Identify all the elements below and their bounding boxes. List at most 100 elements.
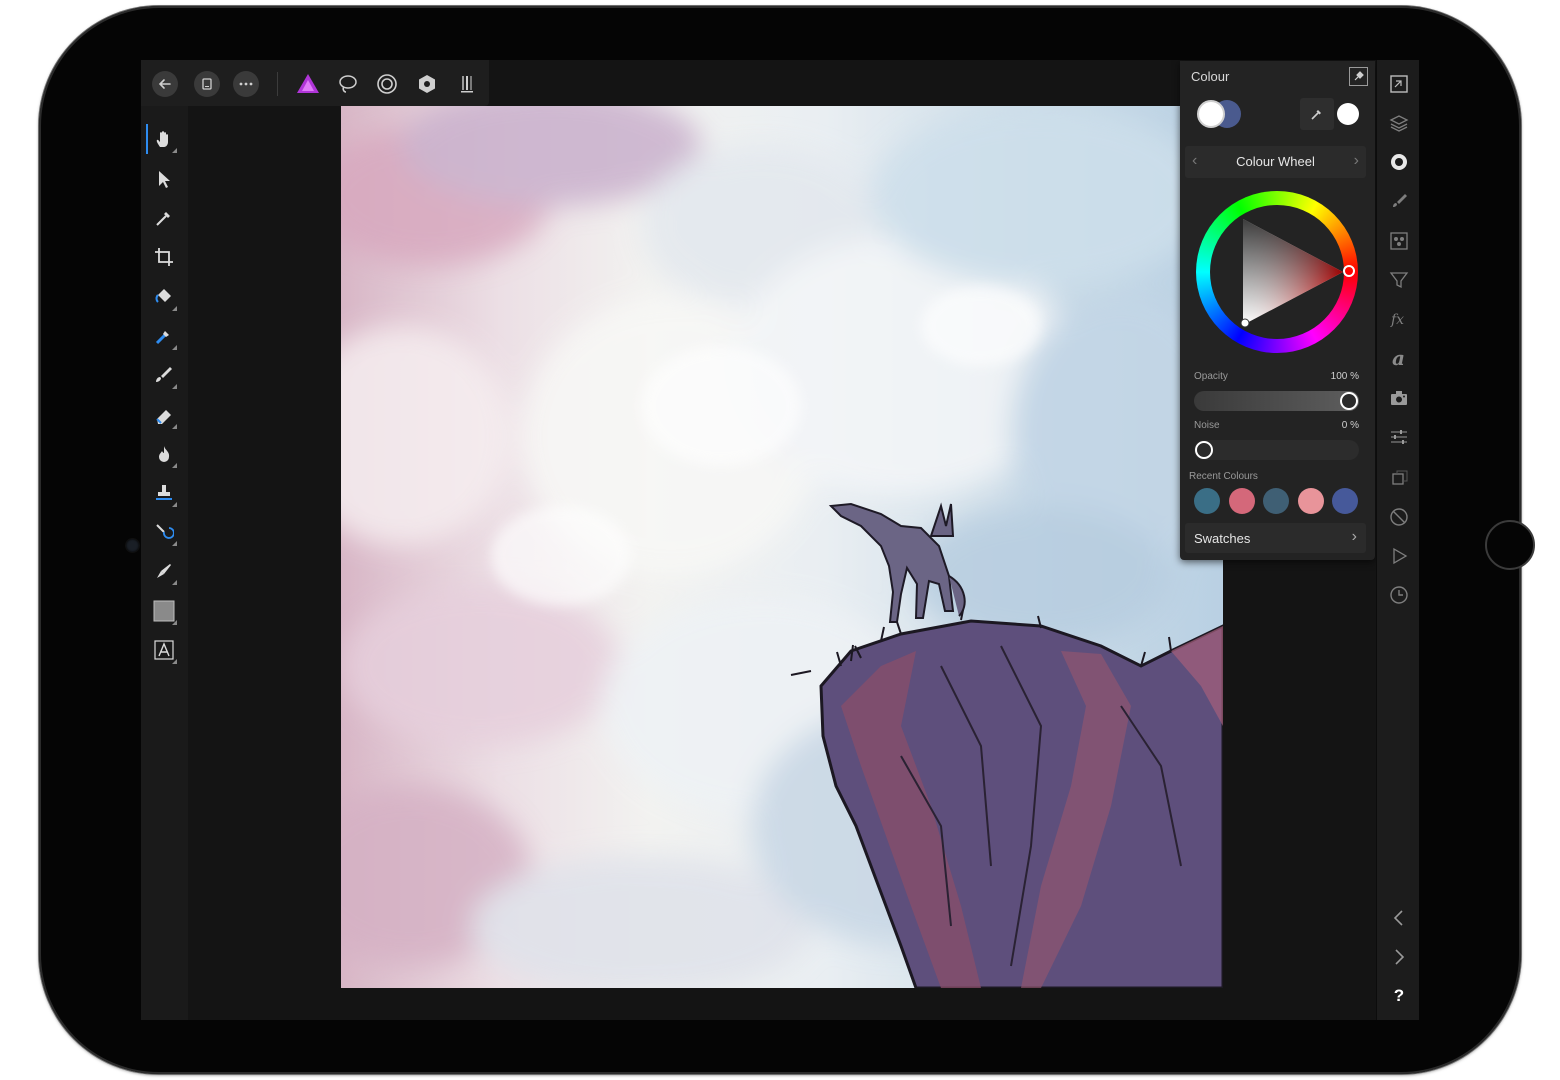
brushes-studio-button[interactable] bbox=[1385, 187, 1413, 215]
chevron-right-icon: › bbox=[1351, 528, 1357, 545]
transform-studio-button[interactable] bbox=[1385, 464, 1413, 492]
tone-mapping-persona-button[interactable] bbox=[454, 72, 478, 96]
selection-brush-tool[interactable] bbox=[146, 319, 182, 353]
layers-studio-button[interactable] bbox=[1385, 109, 1413, 137]
back-button[interactable] bbox=[152, 71, 178, 97]
flood-fill-tool[interactable] bbox=[146, 280, 182, 314]
chevron-right-icon bbox=[1395, 949, 1405, 965]
help-button[interactable]: ? bbox=[1385, 982, 1413, 1010]
aperture-icon bbox=[419, 75, 435, 93]
picked-colour-swatch[interactable] bbox=[1337, 103, 1359, 125]
chevron-right-icon[interactable]: › bbox=[1354, 152, 1359, 170]
more-button[interactable] bbox=[233, 71, 259, 97]
character-studio-button[interactable]: a bbox=[1385, 344, 1413, 372]
recent-colour-swatch[interactable] bbox=[1263, 488, 1289, 514]
tools-panel bbox=[141, 106, 188, 1020]
camera-icon bbox=[1391, 391, 1407, 405]
opacity-label: Opacity bbox=[1194, 371, 1228, 382]
text-tool[interactable] bbox=[146, 633, 182, 667]
play-icon bbox=[1393, 547, 1408, 565]
effects-studio-button[interactable]: fx bbox=[1385, 305, 1413, 333]
pin-icon bbox=[1354, 71, 1364, 81]
history-studio-button[interactable] bbox=[1385, 581, 1413, 609]
undo-brush-tool[interactable] bbox=[146, 515, 182, 549]
front-camera bbox=[126, 539, 139, 552]
dodge-burn-tool[interactable] bbox=[146, 437, 182, 471]
adjustments-studio-button[interactable] bbox=[1385, 423, 1413, 451]
channels-studio-button[interactable] bbox=[1385, 227, 1413, 255]
document-canvas[interactable] bbox=[341, 106, 1223, 988]
move-tool[interactable] bbox=[146, 162, 182, 196]
more-dots-icon bbox=[239, 82, 253, 86]
painting-artwork bbox=[341, 106, 1223, 988]
undo-button[interactable] bbox=[1385, 904, 1413, 932]
clone-tool[interactable] bbox=[146, 476, 182, 510]
develop-persona-button[interactable] bbox=[415, 72, 439, 96]
pen-nib-icon bbox=[157, 564, 171, 578]
text-a-icon bbox=[154, 640, 174, 660]
colour-mode-selector[interactable]: ‹ Colour Wheel › bbox=[1185, 146, 1366, 178]
recent-colour-swatch[interactable] bbox=[1332, 488, 1358, 514]
hue-handle[interactable] bbox=[1343, 265, 1355, 277]
toolbar-separator bbox=[277, 72, 278, 96]
liquify-swirl-icon bbox=[377, 74, 397, 94]
noise-slider-knob[interactable] bbox=[1195, 441, 1213, 459]
pen-tool[interactable] bbox=[146, 554, 182, 588]
navigator-icon bbox=[1390, 75, 1408, 93]
colour-studio-button[interactable] bbox=[1385, 148, 1413, 176]
erase-brush-tool[interactable] bbox=[146, 398, 182, 432]
transform-icon bbox=[1392, 470, 1408, 485]
sliders-icon bbox=[1391, 430, 1407, 444]
snapshots-studio-button[interactable] bbox=[1385, 384, 1413, 412]
opacity-slider-knob[interactable] bbox=[1340, 392, 1358, 410]
crop-icon bbox=[155, 248, 173, 266]
recent-colour-swatch[interactable] bbox=[1297, 488, 1324, 514]
filters-studio-button[interactable] bbox=[1385, 266, 1413, 294]
document-button[interactable] bbox=[194, 71, 220, 97]
channels-icon bbox=[1390, 232, 1408, 250]
layers-icon bbox=[1389, 115, 1409, 132]
noise-label: Noise bbox=[1194, 420, 1220, 431]
recent-colour-swatch[interactable] bbox=[1194, 488, 1220, 514]
colour-panel: Colour ‹ Colour Wheel › Opacity 100 % No… bbox=[1180, 61, 1375, 560]
view-tool[interactable] bbox=[146, 122, 182, 156]
flame-icon bbox=[159, 446, 170, 462]
colour-picker-button[interactable] bbox=[1300, 98, 1334, 130]
paint-brush-tool[interactable] bbox=[146, 358, 182, 392]
swatches-button[interactable]: Swatches › bbox=[1185, 523, 1366, 553]
macros-studio-button[interactable] bbox=[1385, 542, 1413, 570]
app-screen: Colour ‹ Colour Wheel › Opacity 100 % No… bbox=[141, 60, 1419, 1020]
funnel-icon bbox=[1389, 272, 1409, 289]
hand-icon bbox=[156, 131, 168, 147]
navigator-studio-button[interactable] bbox=[1385, 70, 1413, 98]
selections-persona-button[interactable] bbox=[336, 72, 360, 96]
clock-icon bbox=[1390, 586, 1408, 604]
shape-tool[interactable] bbox=[146, 594, 182, 628]
recent-colours-label: Recent Colours bbox=[1189, 471, 1258, 482]
studio-bar: fx a ? bbox=[1376, 60, 1419, 1020]
tone-mapping-icon bbox=[461, 76, 473, 93]
redo-button[interactable] bbox=[1385, 943, 1413, 971]
crop-tool[interactable] bbox=[146, 240, 182, 274]
prohibited-circle-icon bbox=[1390, 508, 1408, 526]
colour-wheel-icon bbox=[1391, 154, 1407, 170]
primary-colour-swatch[interactable] bbox=[1197, 100, 1225, 128]
saturation-triangle[interactable] bbox=[1210, 205, 1344, 339]
home-button[interactable] bbox=[1485, 520, 1535, 570]
liquify-persona-button[interactable] bbox=[375, 72, 399, 96]
colour-wheel[interactable] bbox=[1196, 191, 1358, 353]
arrow-left-icon bbox=[158, 79, 171, 89]
brush-icon bbox=[1393, 194, 1407, 207]
noise-slider[interactable] bbox=[1194, 440, 1359, 460]
panel-title: Colour bbox=[1191, 69, 1230, 84]
photo-persona-button[interactable] bbox=[296, 72, 320, 96]
lasso-icon bbox=[339, 75, 357, 93]
pin-panel-button[interactable] bbox=[1349, 67, 1368, 86]
top-toolbar bbox=[141, 60, 489, 106]
colour-picker-tool[interactable] bbox=[146, 201, 182, 235]
saturation-handle bbox=[1240, 318, 1250, 328]
opacity-slider[interactable] bbox=[1194, 391, 1359, 411]
history-off-studio-button[interactable] bbox=[1385, 503, 1413, 531]
recent-colour-swatch[interactable] bbox=[1228, 488, 1255, 514]
svg-text:a: a bbox=[1392, 348, 1405, 368]
